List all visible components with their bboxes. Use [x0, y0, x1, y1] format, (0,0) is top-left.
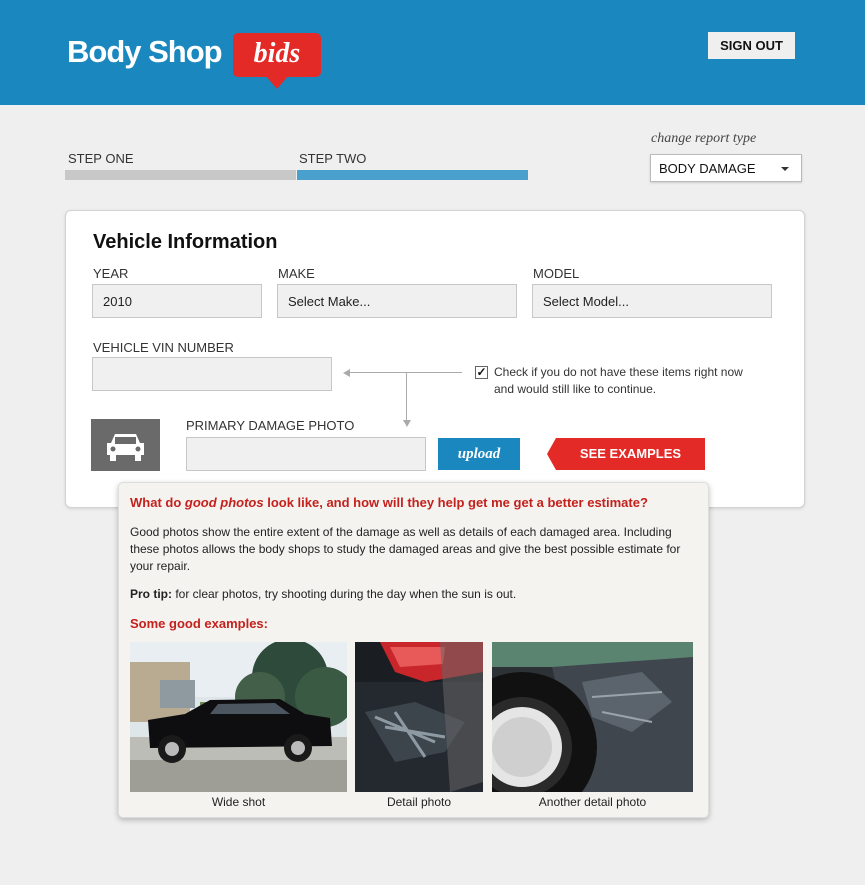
step-one-label: STEP ONE	[68, 151, 134, 166]
logo-badge[interactable]: bids	[233, 33, 321, 77]
another-detail-photo[interactable]	[492, 642, 693, 792]
photo-label: PRIMARY DAMAGE PHOTO	[186, 418, 355, 433]
report-type-select[interactable]: BODY DAMAGE	[650, 154, 802, 182]
vin-input[interactable]	[92, 357, 332, 391]
step-two-label: STEP TWO	[299, 151, 367, 166]
popover-question: What do good photos look like, and how w…	[130, 495, 648, 510]
caret-down-icon	[781, 167, 789, 171]
popover-pro-tip: Pro tip: for clear photos, try shooting …	[130, 587, 517, 601]
model-select[interactable]: Select Model...	[532, 284, 772, 318]
connector-line-vertical	[406, 372, 407, 422]
popover-body: Good photos show the entire extent of th…	[130, 525, 681, 573]
change-report-type-caption: change report type	[651, 131, 757, 146]
sign-out-button[interactable]: SIGN OUT	[708, 32, 795, 59]
examples-button-notch	[547, 438, 556, 470]
vin-label: VEHICLE VIN NUMBER	[93, 340, 234, 355]
step-two-bar	[297, 170, 528, 180]
detail-photo[interactable]	[355, 642, 483, 792]
make-select[interactable]: Select Make...	[277, 284, 517, 318]
popover-examples-title: Some good examples:	[130, 616, 268, 631]
make-label: MAKE	[278, 266, 315, 281]
skip-checkbox[interactable]: ✓	[475, 366, 488, 379]
year-field[interactable]: 2010	[92, 284, 262, 318]
report-type-value: BODY DAMAGE	[659, 161, 756, 176]
logo-text[interactable]: Body Shop	[67, 34, 223, 70]
upload-button[interactable]: upload	[438, 438, 520, 470]
photo-input[interactable]	[186, 437, 426, 471]
arrow-down-icon	[403, 420, 411, 427]
arrow-left-icon	[343, 369, 350, 377]
skip-checkbox-label: Check if you do not have these items rig…	[494, 365, 743, 396]
step-one-bar	[65, 170, 296, 180]
card-title: Vehicle Information	[93, 231, 278, 253]
see-examples-button[interactable]: SEE EXAMPLES	[556, 438, 705, 470]
header: Body Shop bids SIGN OUT	[0, 0, 865, 105]
wide-shot-photo[interactable]	[130, 642, 347, 792]
model-label: MODEL	[533, 266, 580, 281]
photo-caption: Wide shot	[211, 795, 266, 809]
photo-caption: Detail photo	[386, 795, 452, 809]
photo-caption: Another detail photo	[538, 795, 647, 809]
car-icon	[91, 419, 160, 471]
year-label: YEAR	[93, 266, 129, 281]
logo-badge-tail	[265, 75, 289, 89]
